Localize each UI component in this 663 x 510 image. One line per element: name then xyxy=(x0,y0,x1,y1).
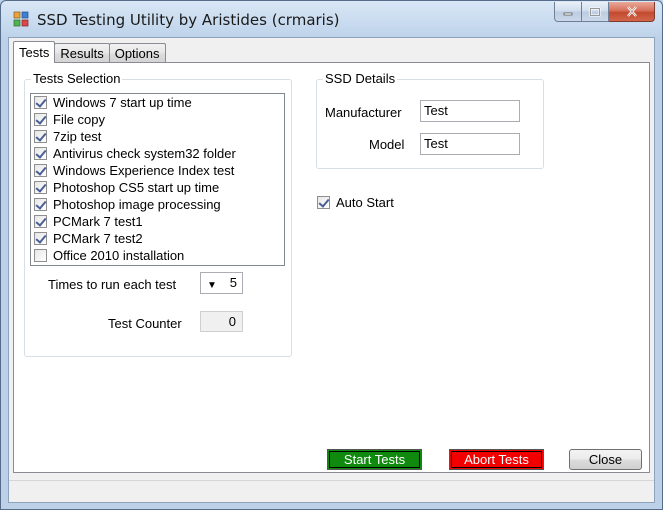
test-label: Office 2010 installation xyxy=(53,248,185,263)
test-label: Photoshop CS5 start up time xyxy=(53,180,220,195)
model-label: Model xyxy=(369,137,405,152)
test-checkbox[interactable] xyxy=(34,147,47,160)
test-label: Antivirus check system32 folder xyxy=(53,146,236,161)
auto-start-checkbox[interactable] xyxy=(317,196,330,209)
ssd-details-group: SSD Details Manufacturer Test Model Test xyxy=(316,71,544,169)
minimize-icon xyxy=(563,12,573,15)
auto-start-checkbox-row[interactable]: Auto Start xyxy=(317,195,394,210)
tab-tests[interactable]: Tests xyxy=(13,41,56,63)
test-counter-field: 0 xyxy=(200,311,243,332)
ssd-details-legend: SSD Details xyxy=(323,71,398,86)
tests-tab-page: Tests Selection Windows 7 start up time … xyxy=(13,62,650,473)
test-checkbox[interactable] xyxy=(34,181,47,194)
test-label: PCMark 7 test1 xyxy=(53,214,143,229)
times-to-run-stepper[interactable]: ▼ 5 xyxy=(200,272,243,294)
title-bar[interactable]: SSD Testing Utility by Aristides (crmari… xyxy=(1,1,662,37)
test-label: Photoshop image processing xyxy=(53,197,221,212)
test-item[interactable]: PCMark 7 test1 xyxy=(31,213,284,230)
test-item[interactable]: Photoshop CS5 start up time xyxy=(31,179,284,196)
caption-buttons xyxy=(554,2,655,22)
window-title: SSD Testing Utility by Aristides (crmari… xyxy=(37,11,340,29)
maximize-icon xyxy=(589,7,601,16)
test-item[interactable]: Antivirus check system32 folder xyxy=(31,145,284,162)
test-item[interactable]: Office 2010 installation xyxy=(31,247,284,264)
close-window-button[interactable] xyxy=(609,2,655,22)
tab-options[interactable]: Options xyxy=(108,43,166,63)
close-icon xyxy=(626,6,637,17)
minimize-button[interactable] xyxy=(554,2,582,22)
test-item[interactable]: Windows Experience Index test xyxy=(31,162,284,179)
test-label: 7zip test xyxy=(53,129,102,144)
abort-tests-button[interactable]: Abort Tests xyxy=(449,449,544,470)
dropdown-arrow-icon[interactable]: ▼ xyxy=(207,276,217,296)
test-item[interactable]: 7zip test xyxy=(31,128,284,145)
close-button[interactable]: Close xyxy=(569,449,642,470)
tests-selection-legend: Tests Selection xyxy=(31,71,123,86)
tests-selection-group: Tests Selection Windows 7 start up time … xyxy=(24,71,292,357)
test-label: Windows Experience Index test xyxy=(53,163,235,178)
auto-start-label: Auto Start xyxy=(336,195,394,210)
app-icon xyxy=(13,11,29,27)
app-window: SSD Testing Utility by Aristides (crmari… xyxy=(0,0,663,510)
test-item[interactable]: File copy xyxy=(31,111,284,128)
test-item[interactable]: PCMark 7 test2 xyxy=(31,230,284,247)
manufacturer-field[interactable]: Test xyxy=(420,100,520,122)
manufacturer-label: Manufacturer xyxy=(325,105,402,120)
test-checkbox[interactable] xyxy=(34,198,47,211)
model-field[interactable]: Test xyxy=(420,133,520,155)
start-tests-button[interactable]: Start Tests xyxy=(327,449,422,470)
tab-results[interactable]: Results xyxy=(54,43,110,63)
tests-checklist[interactable]: Windows 7 start up time File copy 7zip t… xyxy=(30,93,285,266)
test-checkbox[interactable] xyxy=(34,249,47,262)
test-checkbox[interactable] xyxy=(34,215,47,228)
times-to-run-value: 5 xyxy=(229,275,237,290)
test-checkbox[interactable] xyxy=(34,164,47,177)
test-label: PCMark 7 test2 xyxy=(53,231,143,246)
test-checkbox[interactable] xyxy=(34,113,47,126)
tab-strip: Tests Results Options xyxy=(13,41,166,63)
test-item[interactable]: Photoshop image processing xyxy=(31,196,284,213)
test-checkbox[interactable] xyxy=(34,130,47,143)
test-counter-label: Test Counter xyxy=(108,316,182,331)
maximize-button[interactable] xyxy=(582,2,609,22)
status-bar xyxy=(9,480,654,502)
test-label: File copy xyxy=(53,112,106,127)
test-item[interactable]: Windows 7 start up time xyxy=(31,94,284,111)
test-checkbox[interactable] xyxy=(34,232,47,245)
test-checkbox[interactable] xyxy=(34,96,47,109)
client-area: Tests Results Options Tests Selection Wi… xyxy=(8,37,655,503)
test-label: Windows 7 start up time xyxy=(53,95,192,110)
times-to-run-label: Times to run each test xyxy=(48,277,177,292)
